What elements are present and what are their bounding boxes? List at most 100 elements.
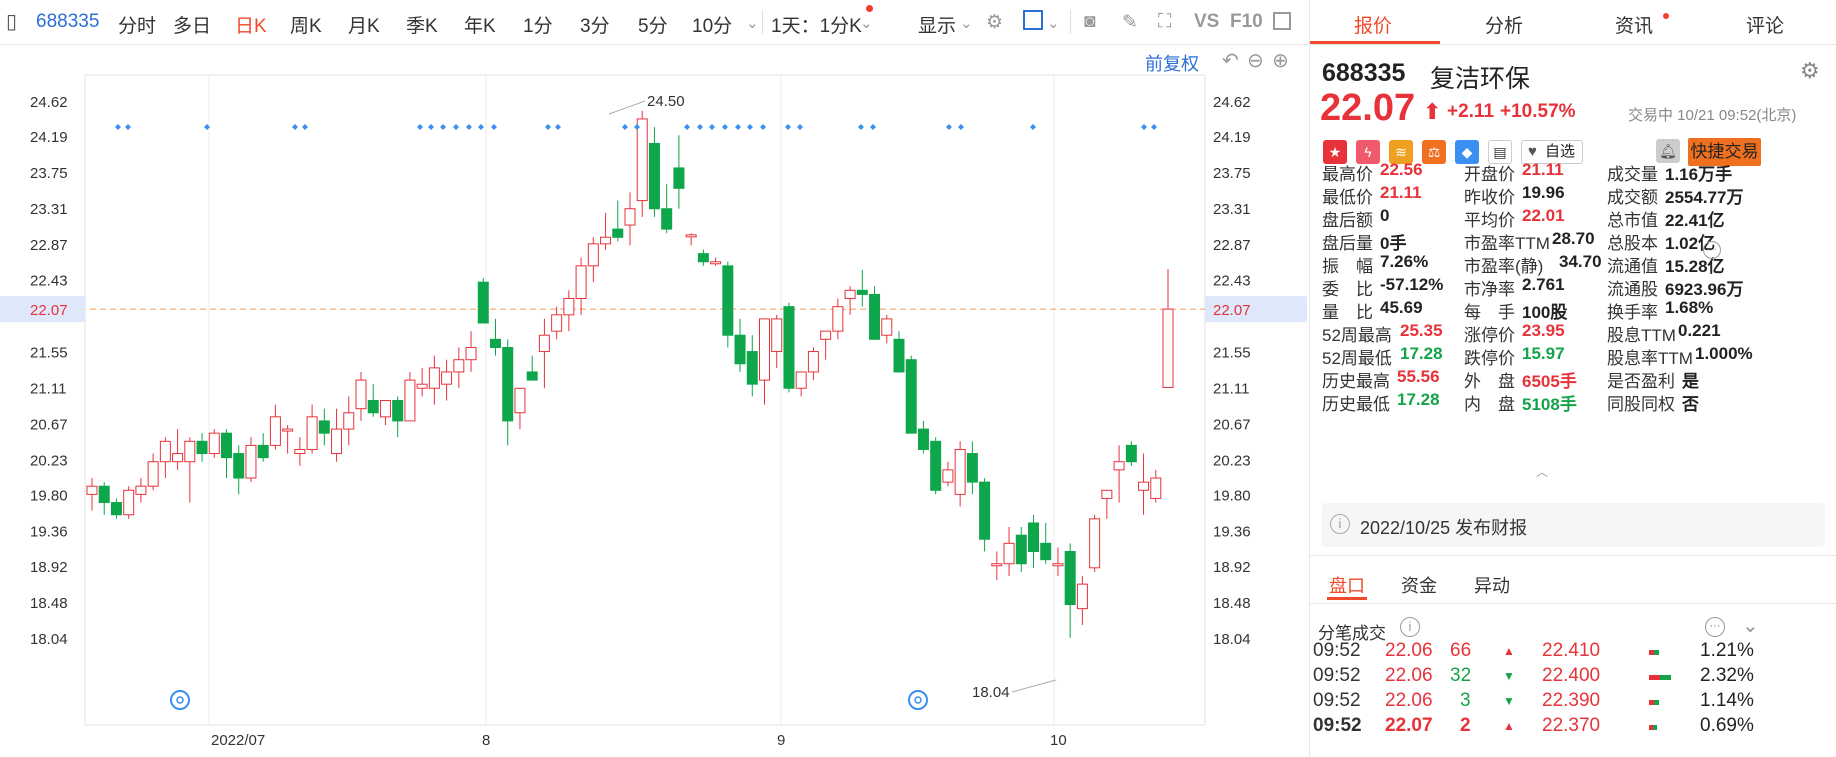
event-marker[interactable] [760, 124, 766, 130]
tab-orderbook[interactable]: 盘口 [1329, 572, 1365, 598]
event-marker[interactable] [440, 124, 446, 130]
sidebar-toggle-icon[interactable]: ▯ [6, 9, 17, 34]
candle-body [392, 400, 404, 422]
candle-body [196, 440, 208, 455]
y-tick-label-right: 24.19 [1213, 129, 1251, 146]
period-select[interactable]: 1天：1分K [771, 11, 862, 38]
tab-capital[interactable]: 资金 [1401, 572, 1437, 598]
tab-yearly-k[interactable]: 年K [464, 11, 496, 38]
trade-volume: 2 [1460, 715, 1471, 736]
stat-value: 7.26% [1380, 252, 1429, 271]
event-marker[interactable] [747, 124, 753, 130]
chevron-down-icon[interactable]: ⌄ [746, 14, 759, 32]
candle-body [172, 453, 184, 463]
event-marker[interactable] [491, 124, 497, 130]
event-marker[interactable] [697, 124, 703, 130]
event-marker[interactable] [1141, 124, 1147, 130]
event-marker[interactable] [1151, 124, 1157, 130]
tab-1min[interactable]: 1分 [523, 11, 553, 38]
event-marker[interactable] [545, 124, 551, 130]
tab-quote[interactable]: 报价 [1354, 11, 1392, 38]
scale-icon[interactable]: ⚖ [1422, 140, 1446, 164]
event-marker[interactable] [428, 124, 434, 130]
candle-body [245, 444, 257, 479]
mention-marker-icon[interactable] [908, 690, 928, 710]
stat-value: 2554.77万 [1665, 188, 1744, 207]
candle-body [942, 469, 954, 483]
tab-5min[interactable]: 5分 [638, 11, 668, 38]
event-marker[interactable] [684, 124, 690, 130]
candle-body [1003, 542, 1015, 565]
stat-label: 换手率 [1607, 303, 1658, 322]
event-marker[interactable] [115, 124, 121, 130]
tab-comments[interactable]: 评论 [1746, 11, 1784, 38]
tab-unusual[interactable]: 异动 [1474, 572, 1510, 598]
display-menu[interactable]: 显示 [918, 11, 956, 38]
event-marker[interactable] [870, 124, 876, 130]
gear-icon[interactable]: ⚙ [1800, 58, 1820, 84]
kline-chart[interactable]: 24.62 24.62 24.19 24.19 23.75 23.75 23.31 23.31… [0, 45, 1307, 757]
chevron-down-icon[interactable]: ⌄ [960, 14, 973, 32]
event-marker[interactable] [453, 124, 459, 130]
event-marker[interactable] [292, 124, 298, 130]
camera-icon[interactable]: ◙ [1084, 11, 1095, 33]
panel-toggle-icon[interactable] [1273, 12, 1291, 30]
event-marker[interactable] [735, 124, 741, 130]
zoom-out-icon[interactable]: ⊖ [1247, 48, 1264, 73]
stat-label: 同股同权 [1607, 395, 1675, 414]
stat-label: 跌停价 [1464, 349, 1515, 368]
chevron-up-icon[interactable]: ︿ [1536, 463, 1548, 480]
event-marker[interactable] [785, 124, 791, 130]
event-marker[interactable] [555, 124, 561, 130]
tab-news[interactable]: 资讯 [1615, 11, 1653, 38]
trade-volume: 66 [1450, 640, 1472, 661]
event-marker[interactable] [1030, 124, 1036, 130]
chevron-expand-icon[interactable]: ⌄ [1742, 613, 1759, 638]
more-icon[interactable]: ··· [1705, 617, 1725, 637]
chevron-down-icon[interactable]: ⌄ [860, 14, 873, 32]
fullscreen-icon[interactable]: ⛶ [1158, 11, 1171, 33]
event-marker[interactable] [302, 124, 308, 130]
candle-body [954, 448, 966, 495]
event-marker[interactable] [858, 124, 864, 130]
event-marker[interactable] [946, 124, 952, 130]
tab-quarterly-k[interactable]: 季K [406, 11, 438, 38]
compare-vs-button[interactable]: VS [1194, 11, 1219, 33]
tab-daily-k[interactable]: 日K [235, 11, 267, 38]
candle-body [1113, 461, 1125, 471]
event-marker[interactable] [417, 124, 423, 130]
tab-10min[interactable]: 10分 [692, 11, 732, 38]
stock-code-label[interactable]: 688335 [36, 11, 99, 33]
event-marker[interactable] [622, 124, 628, 130]
info-icon[interactable]: i [1400, 617, 1420, 637]
zoom-in-icon[interactable]: ⊕ [1272, 48, 1289, 73]
event-marker[interactable] [125, 124, 131, 130]
tab-intraday[interactable]: 分时 [118, 11, 156, 38]
earnings-notice[interactable]: i 2022/10/25 发布财报 [1322, 503, 1825, 547]
mention-marker-icon[interactable] [170, 690, 190, 710]
more-icon[interactable]: ··· [1703, 241, 1721, 259]
event-marker[interactable] [709, 124, 715, 130]
adjust-mode-button[interactable]: 前复权 [1145, 50, 1199, 76]
gear-icon[interactable]: ⚙ [986, 11, 1003, 34]
tab-analysis[interactable]: 分析 [1485, 11, 1523, 38]
tab-weekly-k[interactable]: 周K [290, 11, 322, 38]
level-bar [1649, 650, 1659, 655]
news-dot [1663, 13, 1669, 19]
tab-3min[interactable]: 3分 [580, 11, 610, 38]
tab-monthly-k[interactable]: 月K [348, 11, 380, 38]
event-marker[interactable] [958, 124, 964, 130]
candle-body [685, 234, 697, 238]
event-marker[interactable] [797, 124, 803, 130]
candle-body [367, 400, 379, 414]
tab-multiday[interactable]: 多日 [173, 11, 211, 38]
f10-button[interactable]: F10 [1230, 11, 1263, 33]
event-marker[interactable] [466, 124, 472, 130]
chevron-down-icon[interactable]: ⌄ [1047, 14, 1060, 32]
pencil-icon[interactable]: ✎ [1122, 11, 1138, 34]
undo-icon[interactable]: ↶ [1222, 48, 1239, 73]
event-marker[interactable] [478, 124, 484, 130]
candle-body [123, 489, 135, 516]
event-marker[interactable] [722, 124, 728, 130]
rectangle-tool-icon[interactable] [1023, 10, 1043, 30]
